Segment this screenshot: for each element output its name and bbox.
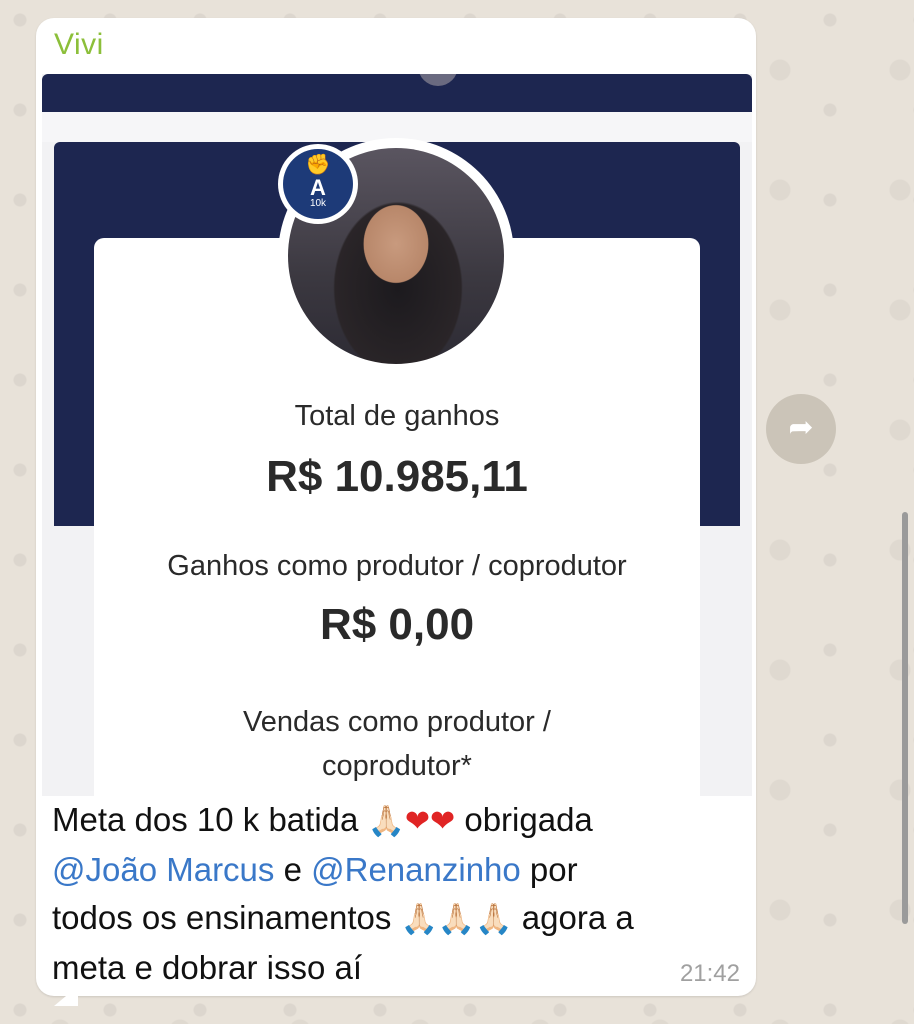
mention-renanzinho[interactable]: @Renanzinho: [311, 851, 521, 888]
mention-joao-marcus[interactable]: @João Marcus: [52, 851, 274, 888]
producer-sales-label: Vendas como produtor / coprodutor*: [42, 700, 752, 788]
praying-hands-icon: 🙏🏻: [367, 804, 405, 839]
message-text-part: e: [274, 851, 312, 888]
total-earnings-label: Total de ganhos: [294, 400, 500, 432]
badge-subtext: 10k: [309, 198, 327, 209]
previous-card-strip: [42, 74, 752, 112]
message-text-part: por: [520, 851, 578, 888]
producer-earnings-value: R$ 0,00: [319, 600, 475, 649]
total-earnings-value: R$ 10.985,11: [266, 452, 528, 501]
message-text: Meta dos 10 k batida 🙏🏻❤❤ obrigada @João…: [52, 796, 742, 992]
badge-letter: A: [310, 175, 326, 200]
forward-button[interactable]: ➦: [766, 394, 836, 464]
producer-sales-label-line1: Vendas como produtor /: [243, 706, 551, 738]
message-text-part: meta e dobrar isso aí: [52, 949, 362, 986]
achievement-badge: ✊ A 10k: [278, 144, 358, 224]
fist-icon: ✊: [305, 154, 331, 176]
sender-name[interactable]: Vivi: [54, 28, 104, 62]
praying-hands-icon: 🙏🏻🙏🏻🙏🏻: [400, 902, 513, 937]
message-bubble[interactable]: Vivi ✊ A 10k Total de ganhos R$ 10.985,1…: [36, 18, 756, 1006]
producer-earnings-label: Ganhos como produtor / coprodutor: [167, 550, 627, 582]
emblem-peek: [418, 74, 458, 86]
badge-emblem: ✊ A 10k: [283, 149, 353, 219]
producer-sales-label-line2: coprodutor*: [322, 750, 472, 782]
heart-icon: ❤: [430, 804, 456, 839]
message-timestamp: 21:42: [679, 960, 740, 987]
message-text-part: obrigada: [455, 801, 593, 838]
message-text-part: todos os ensinamentos: [52, 899, 401, 936]
message-text-part: agora a: [512, 899, 634, 936]
forward-arrow-icon: ➦: [788, 411, 814, 444]
attached-screenshot[interactable]: ✊ A 10k Total de ganhos R$ 10.985,11 Gan…: [42, 74, 752, 796]
heart-icon: ❤: [404, 804, 431, 839]
message-text-part: Meta dos 10 k batida: [52, 801, 368, 838]
scroll-indicator[interactable]: [902, 512, 908, 924]
